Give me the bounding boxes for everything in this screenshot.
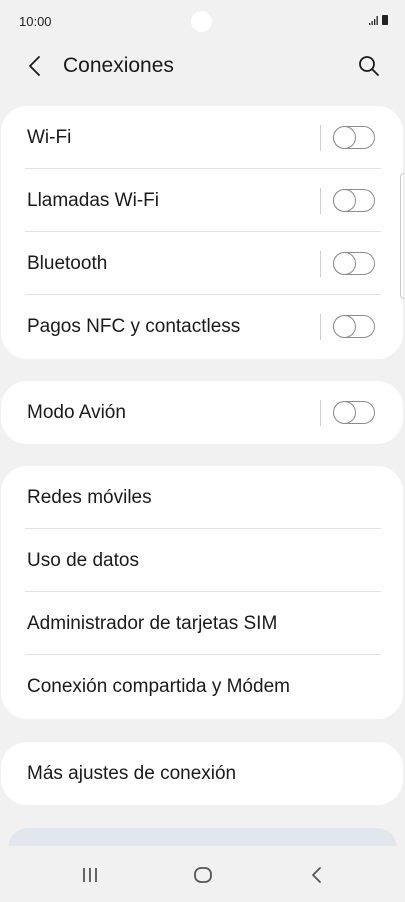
back-icon[interactable] [307,865,327,885]
status-time: 10:00 [19,14,52,29]
toggle-knob [332,400,356,424]
wifi-calling-row[interactable]: Llamadas Wi-Fi [1,169,403,232]
home-icon[interactable] [193,865,213,885]
recent-apps-icon[interactable] [80,866,100,884]
separator [320,314,321,340]
wifi-label: Wi-Fi [27,126,72,148]
data-usage-row[interactable]: Uso de datos [1,529,403,592]
bluetooth-label: Bluetooth [27,252,108,274]
more-connection-settings-label: Más ajustes de conexión [27,762,237,784]
chevron-left-icon[interactable] [24,54,48,78]
separator [320,400,321,426]
camera-cutout [191,11,212,32]
data-usage-label: Uso de datos [27,549,139,571]
settings-screen: 10:00 Conexiones Wi-Fi Llamadas Wi-Fi Bl… [0,0,405,902]
wireless-card: Wi-Fi Llamadas Wi-Fi Bluetooth Pagos NFC… [1,106,403,359]
airplane-card: Modo Avión [1,381,403,444]
separator [320,125,321,151]
sim-manager-label: Administrador de tarjetas SIM [27,612,278,634]
toggle-knob [332,314,356,338]
mobile-networks-row[interactable]: Redes móviles [1,466,403,529]
scrollbar[interactable] [400,173,404,299]
airplane-toggle[interactable] [332,400,375,424]
battery-icon [382,15,388,25]
bluetooth-row[interactable]: Bluetooth [1,232,403,295]
navigation-bar [0,846,405,902]
toggle-knob [332,125,356,149]
search-icon[interactable] [357,54,381,78]
wifi-row[interactable]: Wi-Fi [1,106,403,169]
page-title: Conexiones [63,54,174,77]
toggle-knob [332,188,356,212]
status-icons [369,15,388,25]
wifi-toggle[interactable] [332,125,375,149]
wifi-calling-toggle[interactable] [332,188,375,212]
app-bar: Conexiones [0,44,405,88]
airplane-row[interactable]: Modo Avión [1,381,403,444]
nfc-toggle[interactable] [332,314,375,338]
nfc-label: Pagos NFC y contactless [27,316,241,337]
wifi-calling-label: Llamadas Wi-Fi [27,189,159,211]
status-bar: 10:00 [0,0,405,44]
more-card: Más ajustes de conexión [1,742,403,805]
sim-manager-row[interactable]: Administrador de tarjetas SIM [1,592,403,655]
signal-icon [369,16,378,25]
more-connection-settings-row[interactable]: Más ajustes de conexión [1,742,403,805]
bluetooth-toggle[interactable] [332,251,375,275]
nfc-row[interactable]: Pagos NFC y contactless [1,295,403,359]
mobile-networks-label: Redes móviles [27,486,152,508]
hotspot-tethering-label: Conexión compartida y Módem [27,676,290,697]
hotspot-tethering-row[interactable]: Conexión compartida y Módem [1,655,403,719]
separator [320,188,321,214]
separator [320,251,321,277]
networks-card: Redes móviles Uso de datos Administrador… [1,466,403,719]
toggle-knob [332,251,356,275]
airplane-label: Modo Avión [27,401,126,423]
